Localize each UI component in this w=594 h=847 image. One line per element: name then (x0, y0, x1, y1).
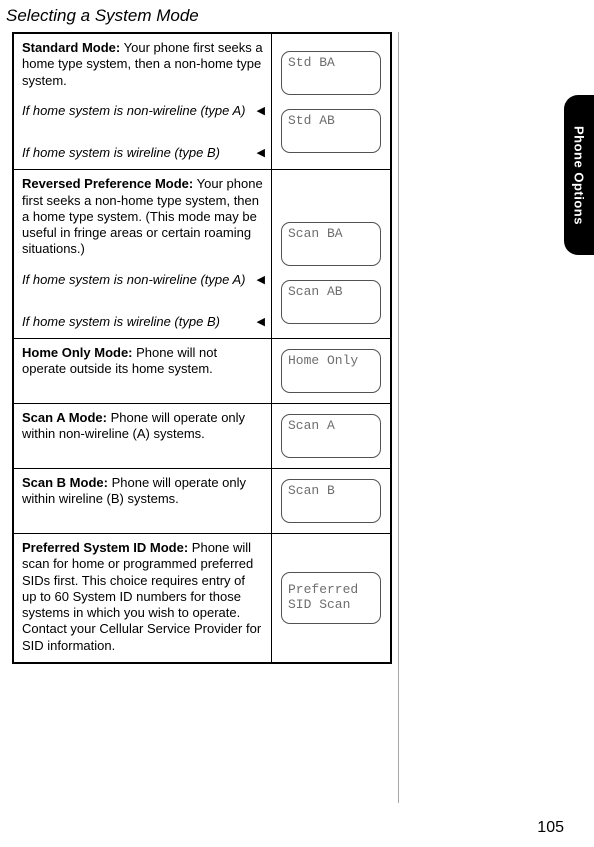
modes-table: Standard Mode: Your phone first seeks a … (12, 32, 392, 664)
side-tab-phone-options: Phone Options (564, 95, 594, 255)
mode-description-cell: Home Only Mode: Phone will not operate o… (14, 339, 272, 403)
mode-description-cell: Scan A Mode: Phone will operate only wit… (14, 404, 272, 468)
table-row: Home Only Mode: Phone will not operate o… (14, 339, 390, 404)
table-row: Standard Mode: Your phone first seeks a … (14, 34, 390, 170)
arrow-right-icon: ◀ (257, 316, 265, 330)
lcd-line: SID Scan (288, 598, 374, 613)
table-row: Reversed Preference Mode: Your phone fir… (14, 170, 390, 339)
lcd-display: Scan AB (281, 280, 381, 324)
lcd-display: Std AB (281, 109, 381, 153)
mode-desc: Phone will scan for home or programmed p… (22, 540, 261, 653)
mode-title: Reversed Preference Mode: (22, 176, 193, 191)
mode-title: Scan B Mode: (22, 475, 108, 490)
mode-description-cell: Reversed Preference Mode: Your phone fir… (14, 170, 272, 338)
mode-condition: If home system is non-wireline (type A) … (22, 103, 263, 119)
mode-description-cell: Preferred System ID Mode: Phone will sca… (14, 534, 272, 662)
arrow-right-icon: ◀ (257, 147, 265, 161)
table-row: Scan B Mode: Phone will operate only wit… (14, 469, 390, 534)
lcd-display: Home Only (281, 349, 381, 393)
page-title: Selecting a System Mode (6, 6, 199, 26)
mode-title: Home Only Mode: (22, 345, 133, 360)
lcd-cell: Preferred SID Scan (272, 534, 390, 662)
lcd-cell: Home Only (272, 339, 390, 403)
lcd-cell: Scan B (272, 469, 390, 533)
lcd-display: Scan B (281, 479, 381, 523)
mode-description-cell: Scan B Mode: Phone will operate only wit… (14, 469, 272, 533)
mode-title: Standard Mode: (22, 40, 120, 55)
lcd-display: Std BA (281, 51, 381, 95)
mode-condition: If home system is wireline (type B) ◀ (22, 145, 263, 161)
lcd-display: Scan A (281, 414, 381, 458)
mode-condition: If home system is non-wireline (type A) … (22, 272, 263, 288)
lcd-line: Preferred (288, 583, 374, 598)
mode-description-cell: Standard Mode: Your phone first seeks a … (14, 34, 272, 169)
mode-title: Scan A Mode: (22, 410, 107, 425)
condition-text: If home system is wireline (type B) (22, 314, 220, 329)
lcd-cell: Scan BA Scan AB (272, 170, 390, 338)
vertical-rule (398, 32, 399, 803)
lcd-display: Scan BA (281, 222, 381, 266)
arrow-right-icon: ◀ (257, 274, 265, 288)
table-row: Scan A Mode: Phone will operate only wit… (14, 404, 390, 469)
mode-title: Preferred System ID Mode: (22, 540, 188, 555)
condition-text: If home system is wireline (type B) (22, 145, 220, 160)
arrow-right-icon: ◀ (257, 105, 265, 119)
lcd-display: Preferred SID Scan (281, 572, 381, 624)
lcd-cell: Std BA Std AB (272, 34, 390, 169)
mode-condition: If home system is wireline (type B) ◀ (22, 314, 263, 330)
condition-text: If home system is non-wireline (type A) (22, 103, 245, 118)
condition-text: If home system is non-wireline (type A) (22, 272, 245, 287)
table-row: Preferred System ID Mode: Phone will sca… (14, 534, 390, 662)
page-number: 105 (537, 819, 564, 837)
lcd-cell: Scan A (272, 404, 390, 468)
